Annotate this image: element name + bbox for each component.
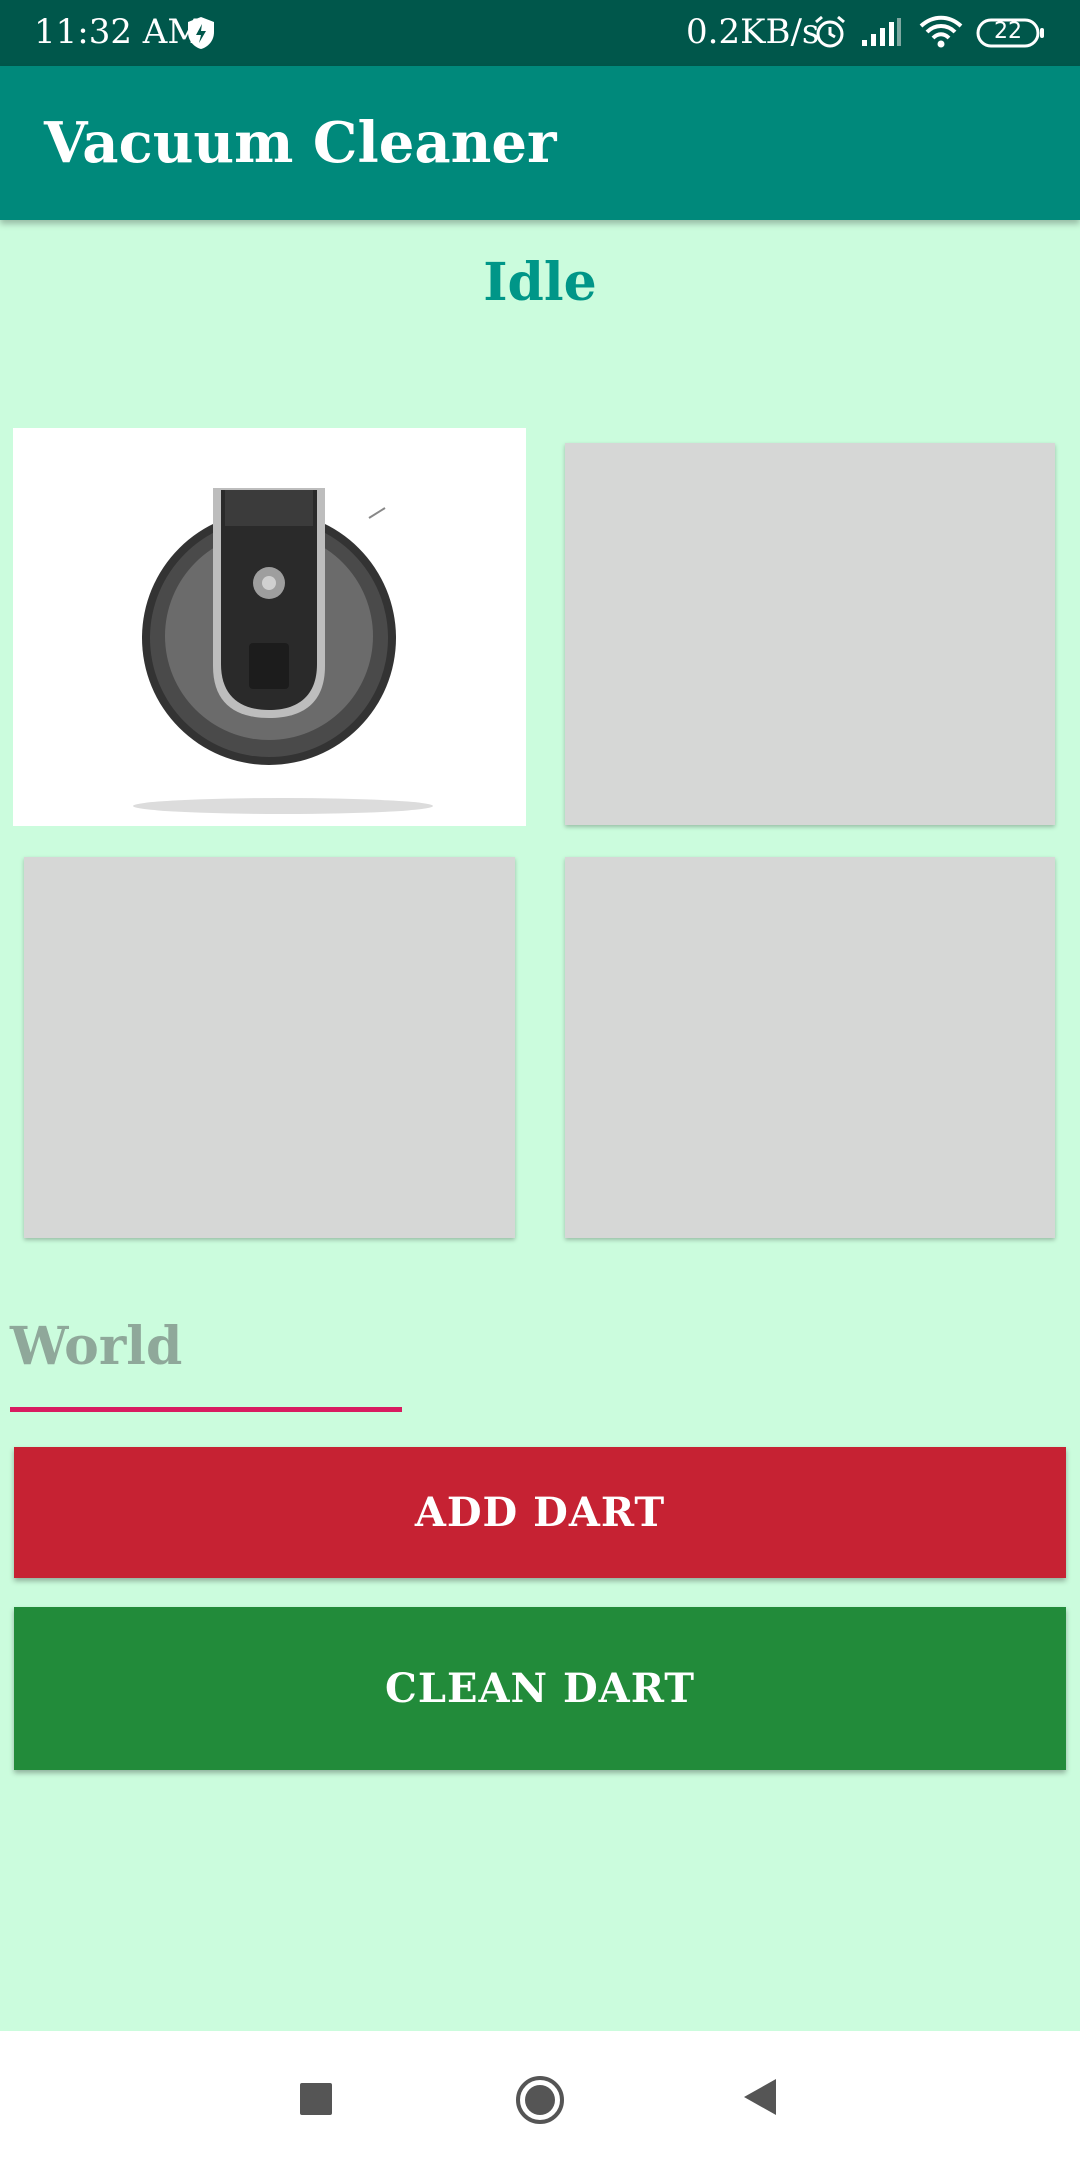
clean-dart-button[interactable]: CLEAN DART [14,1607,1066,1770]
alarm-icon [815,15,845,48]
home-icon[interactable] [515,2075,565,2125]
status-bar: 11:32 AM 0.2KB/s 22 [0,0,1080,66]
grid-cell-1[interactable] [13,428,526,826]
status-time: 11:32 AM [34,12,203,52]
grid-cell-4[interactable] [565,857,1055,1238]
grid-cell-3[interactable] [24,857,515,1238]
navigation-bar [0,2031,1080,2160]
wifi-icon [919,15,963,48]
shield-icon [188,17,214,49]
back-icon[interactable] [742,2077,778,2117]
grid-cell-2[interactable] [565,443,1055,825]
world-input[interactable]: World [10,1316,182,1377]
net-speed: 0.2KB/s [686,12,820,52]
signal-icon [862,18,901,46]
app-bar: Vacuum Cleaner [0,66,1080,220]
robot-vacuum-image [133,488,433,814]
app-title: Vacuum Cleaner [44,110,557,176]
input-underline [10,1407,402,1412]
add-dart-button[interactable]: ADD DART [14,1447,1066,1578]
cleaner-state: Idle [483,252,597,313]
battery-level: 22 [994,19,1022,44]
recents-icon[interactable] [300,2083,332,2115]
